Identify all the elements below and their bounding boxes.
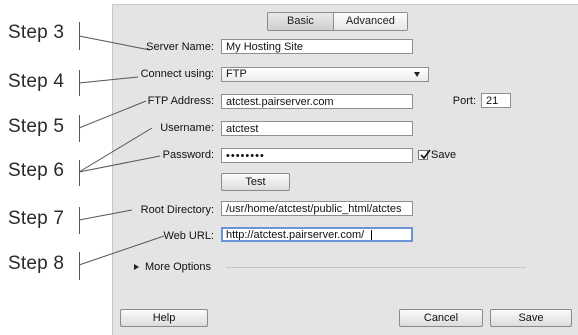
more-options-divider xyxy=(226,267,526,268)
connect-using-select[interactable]: FTP xyxy=(221,67,429,82)
text-cursor xyxy=(371,230,372,240)
disclosure-triangle-icon[interactable] xyxy=(134,264,139,270)
tab-advanced[interactable]: Advanced xyxy=(332,13,407,30)
root-directory-input[interactable]: /usr/home/atctest/public_html/atctes xyxy=(221,201,413,216)
username-input[interactable]: atctest xyxy=(221,121,413,136)
save-password-label: Save xyxy=(431,149,457,161)
root-directory-label: Root Directory: xyxy=(140,204,214,216)
port-label: Port: xyxy=(452,95,476,107)
web-url-input[interactable]: http://atctest.pairserver.com/ xyxy=(221,227,413,242)
tab-basic[interactable]: Basic xyxy=(268,13,333,30)
ftp-address-label: FTP Address: xyxy=(147,95,214,107)
tab-bar: Basic Advanced xyxy=(267,12,408,31)
save-password-checkbox[interactable] xyxy=(418,149,431,160)
test-connection-button[interactable]: Test xyxy=(221,173,290,191)
chevron-down-icon xyxy=(414,72,420,77)
more-options-label[interactable]: More Options xyxy=(145,260,225,275)
cancel-button[interactable]: Cancel xyxy=(399,309,483,327)
server-name-label: Server Name: xyxy=(146,41,214,53)
checkmark-icon xyxy=(420,149,431,160)
password-label: Password: xyxy=(162,149,214,161)
connect-using-value: FTP xyxy=(226,68,247,80)
web-url-label: Web URL: xyxy=(163,230,214,242)
server-name-input[interactable]: My Hosting Site xyxy=(221,39,413,54)
username-label: Username: xyxy=(160,122,214,134)
help-button[interactable]: Help xyxy=(120,309,208,327)
connect-using-label: Connect using: xyxy=(140,68,214,80)
port-input[interactable]: 21 xyxy=(481,93,511,108)
save-button[interactable]: Save xyxy=(490,309,572,327)
password-input[interactable]: •••••••• xyxy=(221,148,413,163)
